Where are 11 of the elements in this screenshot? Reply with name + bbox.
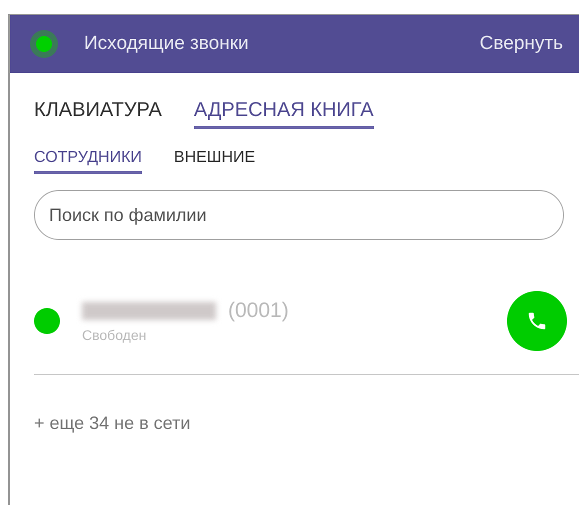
- search-field[interactable]: Поиск по фамилии: [34, 190, 564, 240]
- tab[interactable]: КЛАВИАТУРА: [34, 99, 162, 129]
- header-title: Исходящие звонки: [84, 33, 250, 55]
- extension-number: (0001): [228, 299, 289, 323]
- collapse-button[interactable]: Свернуть: [480, 33, 563, 55]
- subtab[interactable]: ВНЕШНИЕ: [174, 149, 256, 174]
- phone-icon: [526, 310, 548, 332]
- contact-status: Свободен: [82, 327, 148, 343]
- offline-note: + еще 34 не в сети: [34, 413, 192, 434]
- tab[interactable]: АДРЕСНАЯ КНИГА: [194, 99, 374, 129]
- subtab[interactable]: СОТРУДНИКИ: [34, 149, 142, 174]
